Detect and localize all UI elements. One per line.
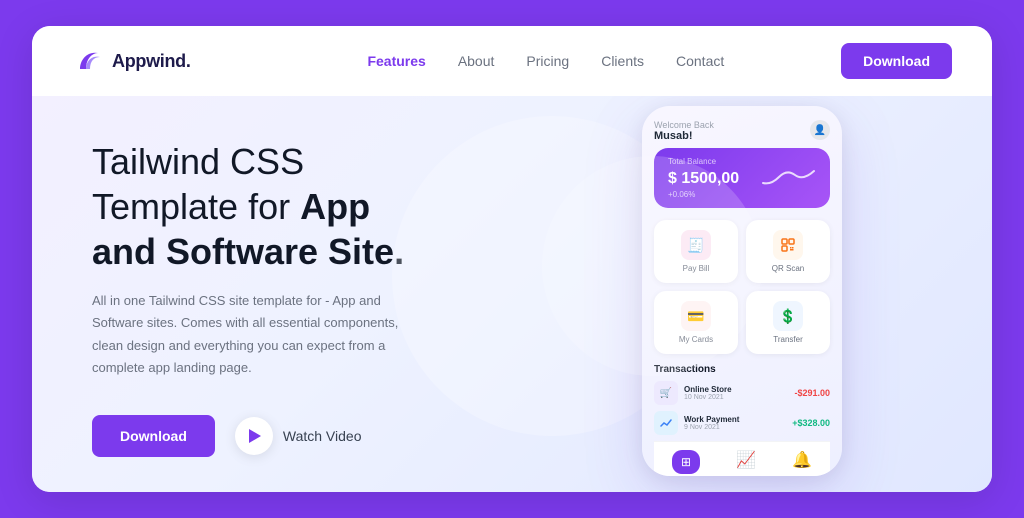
tx2-info: Work Payment 9 Nov 2021 [684,415,786,431]
logo-icon [72,45,104,77]
tx2-icon [654,411,678,435]
tx1-info: Online Store 10 Nov 2021 [684,385,788,401]
transfer-label: Transfer [773,335,803,344]
hero-title-line3: and Software Site. [92,231,404,272]
brand-name: Appwind. [112,51,191,72]
hero-section: Tailwind CSS Template for App and Softwa… [32,96,992,492]
phone-action-grid: 🧾 Pay Bill [654,220,830,354]
header: Appwind. Features About Pricing Clients … [32,26,992,96]
hero-description: All in one Tailwind CSS site template fo… [92,290,402,378]
transactions-title: Transactions [654,364,830,375]
phone-action-mycards[interactable]: 💳 My Cards [654,291,738,354]
mycards-label: My Cards [679,335,713,344]
phone-action-qrscan[interactable]: QR Scan [746,220,830,283]
phone-user-icon: 👤 [810,120,830,140]
balance-info: Total Balance $ 1500,00 +0.06% [668,157,739,199]
tx2-sub: 9 Nov 2021 [684,424,786,431]
bnav-chart-icon: 📈 [736,450,756,470]
bnav-home-icon: ⊞ [672,450,700,474]
mycards-icon: 💳 [681,301,711,331]
tx1-amount: -$291.00 [794,388,830,398]
nav-contact[interactable]: Contact [676,53,724,69]
phone-action-paybill[interactable]: 🧾 Pay Bill [654,220,738,283]
balance-change: +0.06% [668,190,739,199]
qrscan-icon [773,230,803,260]
phone-username: Musab! [654,130,714,142]
phone-mockup: Welcome Back Musab! 👤 Total Balance $ 15… [642,106,842,476]
play-icon [249,429,261,443]
tx1-name: Online Store [684,385,788,394]
balance-card: Total Balance $ 1500,00 +0.06% [654,148,830,208]
phone-welcome-text: Welcome Back [654,120,714,130]
tx1-icon: 🛒 [654,381,678,405]
nav-features[interactable]: Features [367,53,425,69]
logo: Appwind. [72,45,191,77]
phone-action-transfer[interactable]: 💲 Transfer [746,291,830,354]
balance-chart [761,163,816,193]
bnav-home[interactable]: ⊞ [672,450,700,474]
phone-welcome-block: Welcome Back Musab! [654,120,714,142]
nav-about[interactable]: About [458,53,495,69]
tx2-amount: +$328.00 [792,418,830,428]
transfer-icon: 💲 [773,301,803,331]
phone-bottom-nav: ⊞ 📈 🔔 [654,441,830,476]
bnav-chart[interactable]: 📈 [736,450,756,474]
qrscan-label: QR Scan [772,264,804,273]
header-actions: Download [841,43,952,79]
main-nav: Features About Pricing Clients Contact [251,53,842,69]
nav-pricing[interactable]: Pricing [526,53,569,69]
hero-title-line1: Tailwind CSS [92,141,304,182]
bnav-bell-icon: 🔔 [792,450,812,470]
tx1-sub: 10 Nov 2021 [684,394,788,401]
header-download-button[interactable]: Download [841,43,952,79]
paybill-label: Pay Bill [683,264,710,273]
hero-title-line2: Template for [92,186,300,227]
tx2-name: Work Payment [684,415,786,424]
watch-video-button[interactable]: Watch Video [235,417,362,455]
hero-title: Tailwind CSS Template for App and Softwa… [92,139,492,274]
paybill-icon: 🧾 [681,230,711,260]
hero-title-bold: App [300,186,370,227]
bnav-bell[interactable]: 🔔 [792,450,812,474]
hero-actions: Download Watch Video [92,415,492,457]
balance-amount: $ 1500,00 [668,170,739,188]
nav-clients[interactable]: Clients [601,53,644,69]
play-button-circle [235,417,273,455]
transaction-row-1: 🛒 Online Store 10 Nov 2021 -$291.00 [654,381,830,405]
phone-top-row: Welcome Back Musab! 👤 [654,120,830,142]
hero-download-button[interactable]: Download [92,415,215,457]
hero-content: Tailwind CSS Template for App and Softwa… [32,96,492,492]
transaction-row-2: Work Payment 9 Nov 2021 +$328.00 [654,411,830,435]
main-card: Appwind. Features About Pricing Clients … [32,26,992,492]
balance-label: Total Balance [668,157,739,166]
watch-video-label: Watch Video [283,428,362,444]
phone-mockup-area: Welcome Back Musab! 👤 Total Balance $ 15… [492,96,992,492]
